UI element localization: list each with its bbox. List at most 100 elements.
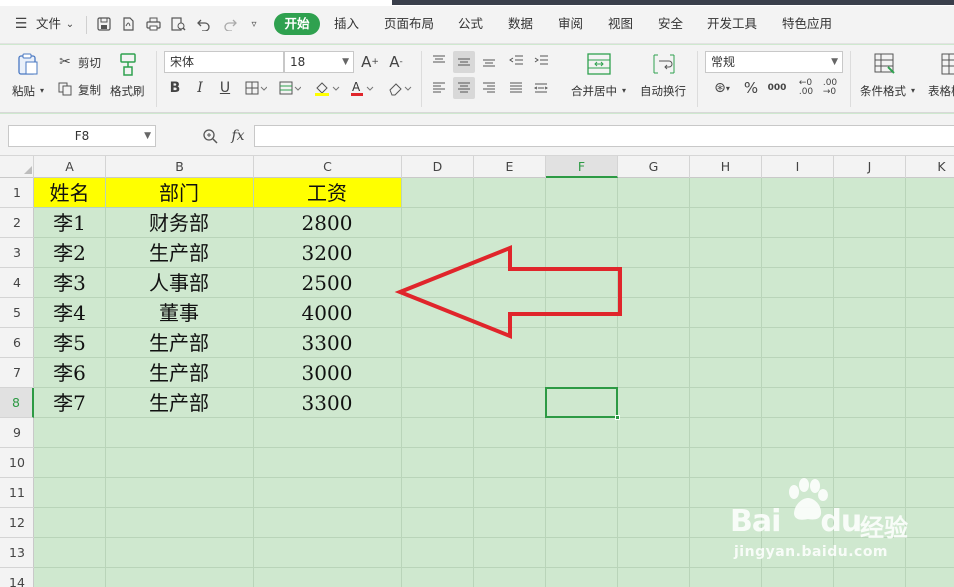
row-header-12[interactable]: 12 [0, 508, 34, 538]
select-all-corner[interactable] [0, 156, 34, 178]
cell-b5[interactable]: 董事 [105, 298, 253, 328]
align-bottom-icon[interactable] [480, 52, 498, 70]
cell-b3[interactable]: 生产部 [105, 238, 253, 268]
table-style-button[interactable]: 表格样 [928, 83, 954, 99]
percent-button[interactable]: % [742, 79, 760, 97]
customize-toolbar-icon[interactable]: ▿ [248, 17, 260, 31]
merge-dropdown-icon[interactable]: ▾ [620, 85, 628, 95]
cell-c7[interactable]: 3000 [253, 358, 401, 388]
print-icon[interactable] [145, 16, 161, 32]
formula-input[interactable] [254, 125, 954, 147]
column-header-h[interactable]: H [690, 156, 762, 178]
cell-c3[interactable]: 3200 [253, 238, 401, 268]
cell-b7[interactable]: 生产部 [105, 358, 253, 388]
underline-button[interactable]: U [216, 79, 234, 97]
number-format-select[interactable]: 常规 ▼ [705, 51, 843, 73]
align-left-icon[interactable] [430, 79, 448, 97]
redo-icon[interactable] [222, 16, 238, 32]
italic-button[interactable]: I [191, 79, 209, 97]
fill-color-icon[interactable] [313, 79, 341, 97]
cut-icon[interactable]: ✂ [57, 54, 73, 70]
paste-icon[interactable] [16, 51, 40, 77]
cell-b6[interactable]: 生产部 [105, 328, 253, 358]
paste-button[interactable]: 粘贴 [12, 83, 35, 99]
column-header-c[interactable]: C [254, 156, 402, 178]
currency-icon[interactable]: ⊛ ▾ [708, 79, 736, 97]
tab-home[interactable]: 开始 [274, 13, 320, 35]
format-painter-button[interactable]: 格式刷 [110, 83, 145, 99]
export-pdf-icon[interactable] [120, 16, 136, 32]
zoom-formula-icon[interactable] [201, 127, 219, 145]
row-header-7[interactable]: 7 [0, 358, 34, 388]
wrap-text-button[interactable]: 自动换行 [640, 83, 686, 99]
file-menu[interactable]: 文件 [36, 16, 61, 32]
column-header-i[interactable]: I [762, 156, 834, 178]
print-preview-icon[interactable] [170, 16, 186, 32]
cell-a5[interactable]: 李4 [34, 298, 105, 328]
header-cell-name[interactable]: 姓名 [34, 178, 105, 208]
selected-cell-f8[interactable] [545, 387, 620, 420]
tab-security[interactable]: 安全 [658, 16, 683, 32]
bold-button[interactable]: B [166, 79, 184, 97]
cell-c8[interactable]: 3300 [253, 388, 401, 418]
justify-icon[interactable] [507, 79, 525, 97]
thousands-separator-button[interactable]: 000 [766, 79, 788, 97]
insert-function-button[interactable]: fx [227, 126, 249, 146]
cell-a2[interactable]: 李1 [34, 208, 105, 238]
tab-formulas[interactable]: 公式 [458, 16, 483, 32]
cell-a8[interactable]: 李7 [34, 388, 105, 418]
column-header-k[interactable]: K [906, 156, 954, 178]
row-header-14[interactable]: 14 [0, 568, 34, 587]
merge-center-button[interactable]: 合并居中 [571, 83, 617, 99]
paste-dropdown-icon[interactable]: ▾ [38, 85, 46, 95]
header-cell-department[interactable]: 部门 [105, 178, 253, 208]
align-center-icon[interactable] [453, 77, 475, 99]
fill-handle[interactable] [615, 415, 620, 420]
table-style-icon[interactable] [940, 51, 954, 77]
column-header-b[interactable]: B [106, 156, 254, 178]
decrease-indent-icon[interactable] [507, 52, 525, 70]
save-icon[interactable] [96, 16, 112, 32]
wrap-text-icon[interactable] [651, 51, 677, 77]
cell-b8[interactable]: 生产部 [105, 388, 253, 418]
name-box[interactable]: F8 ▼ [8, 125, 156, 147]
row-header-9[interactable]: 9 [0, 418, 34, 448]
cell-grid[interactable]: 姓名 部门 工资 李1 财务部 2800 李2 生产部 3200 李3 人事部 … [34, 178, 954, 587]
column-header-d[interactable]: D [402, 156, 474, 178]
row-header-2[interactable]: 2 [0, 208, 34, 238]
row-header-1[interactable]: 1 [0, 178, 34, 208]
conditional-format-icon[interactable] [873, 51, 899, 77]
row-header-4[interactable]: 4 [0, 268, 34, 298]
merge-center-icon[interactable] [586, 51, 612, 77]
tab-page-layout[interactable]: 页面布局 [384, 16, 434, 32]
column-header-j[interactable]: J [834, 156, 906, 178]
cell-a7[interactable]: 李6 [34, 358, 105, 388]
column-header-a[interactable]: A [34, 156, 106, 178]
row-header-3[interactable]: 3 [0, 238, 34, 268]
decrease-decimal-icon[interactable]: .00 →0 [820, 78, 840, 98]
align-top-icon[interactable] [430, 52, 448, 70]
hamburger-icon[interactable]: ☰ [13, 16, 29, 32]
header-cell-salary[interactable]: 工资 [253, 178, 401, 208]
row-header-10[interactable]: 10 [0, 448, 34, 478]
chevron-down-icon[interactable]: ⌄ [64, 17, 76, 31]
row-header-6[interactable]: 6 [0, 328, 34, 358]
cell-b4[interactable]: 人事部 [105, 268, 253, 298]
fill-pattern-icon[interactable] [278, 79, 302, 97]
conditional-format-button[interactable]: 条件格式 [860, 83, 906, 99]
column-header-f[interactable]: F [546, 156, 618, 178]
border-icon[interactable] [244, 79, 268, 97]
column-header-e[interactable]: E [474, 156, 546, 178]
conditional-dropdown-icon[interactable]: ▾ [909, 85, 917, 95]
font-size-select[interactable]: 18 ▼ [284, 51, 354, 73]
format-painter-icon[interactable] [116, 51, 140, 77]
align-middle-icon[interactable] [453, 51, 475, 73]
font-color-icon[interactable]: A [349, 79, 377, 97]
clear-format-icon[interactable] [385, 79, 413, 97]
tab-insert[interactable]: 插入 [334, 16, 359, 32]
cell-c4[interactable]: 2500 [253, 268, 401, 298]
increase-font-icon[interactable]: A + [360, 52, 380, 72]
column-header-g[interactable]: G [618, 156, 690, 178]
tab-review[interactable]: 审阅 [558, 16, 583, 32]
cell-b2[interactable]: 财务部 [105, 208, 253, 238]
